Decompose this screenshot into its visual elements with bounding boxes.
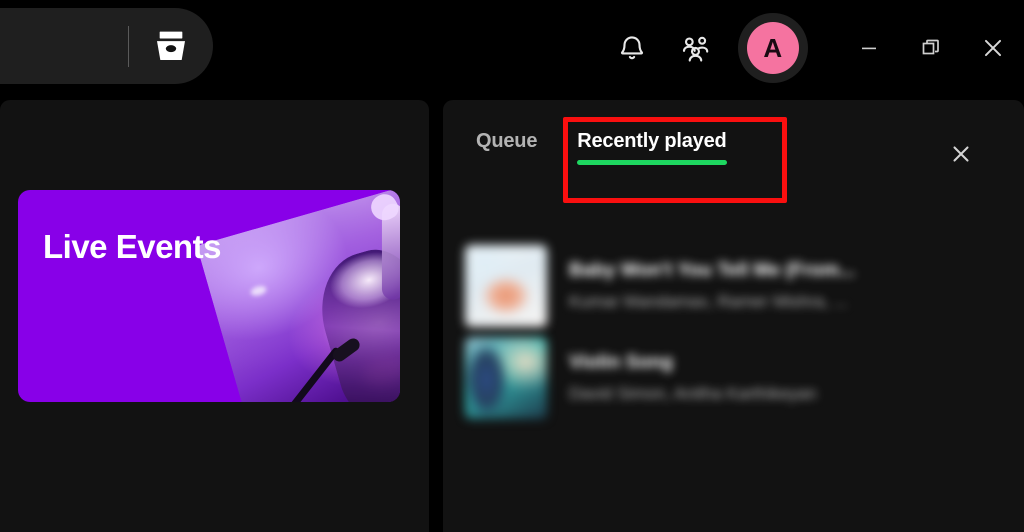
pill-divider xyxy=(128,25,129,67)
bell-icon xyxy=(620,36,644,60)
list-item[interactable]: Baby Won't You Tell Me (From... Kumar Ma… xyxy=(465,240,985,332)
track-meta: Baby Won't You Tell Me (From... Kumar Ma… xyxy=(569,260,975,312)
track-artist: Kumar Mandamax, Ramer Mishra, ... xyxy=(569,292,848,311)
tab-recently-played-label: Recently played xyxy=(577,130,727,152)
nav-pill xyxy=(0,8,213,84)
minimize-icon xyxy=(862,47,876,50)
people-icon xyxy=(682,36,709,62)
avatar: A xyxy=(747,22,799,74)
panel-close-button[interactable] xyxy=(940,133,982,175)
recently-played-list: Baby Won't You Tell Me (From... Kumar Ma… xyxy=(465,240,985,424)
close-icon xyxy=(984,39,1002,57)
tab-recently-played[interactable]: Recently played xyxy=(577,130,727,169)
window-minimize-button[interactable] xyxy=(838,17,900,79)
tab-active-underline xyxy=(577,160,727,165)
window-close-button[interactable] xyxy=(962,17,1024,79)
album-art xyxy=(465,337,547,419)
profile-avatar-button[interactable]: A xyxy=(738,13,808,83)
window-controls xyxy=(838,0,1024,96)
tab-queue[interactable]: Queue xyxy=(476,130,537,169)
panel-tabs: Queue Recently played xyxy=(476,130,727,169)
window-restore-button[interactable] xyxy=(900,17,962,79)
track-title: Violin Song xyxy=(569,352,674,373)
top-bar: A xyxy=(0,0,1024,96)
archive-box-icon[interactable] xyxy=(151,26,191,66)
album-art xyxy=(465,245,547,327)
list-item[interactable]: Violin Song David Simon, Anitha Karthike… xyxy=(465,332,985,424)
stage-light-glow xyxy=(249,284,267,298)
close-icon xyxy=(953,146,969,162)
track-title: Baby Won't You Tell Me (From... xyxy=(569,260,856,281)
live-events-title: Live Events xyxy=(43,228,221,265)
notifications-button[interactable] xyxy=(608,24,656,72)
live-events-photo xyxy=(196,190,400,402)
friend-activity-button[interactable] xyxy=(672,24,720,72)
restore-icon xyxy=(922,39,939,55)
microphone-stand xyxy=(262,346,341,402)
track-artist: David Simon, Anitha Karthikeyan xyxy=(569,384,817,403)
track-meta: Violin Song David Simon, Anitha Karthike… xyxy=(569,352,975,404)
live-events-card[interactable]: Live Events xyxy=(18,190,400,402)
topbar-right-cluster: A xyxy=(608,0,1024,96)
